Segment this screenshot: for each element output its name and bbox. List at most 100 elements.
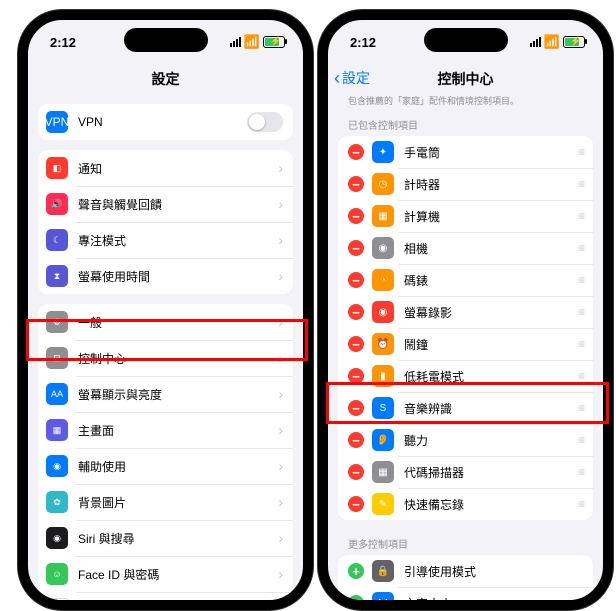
remove-button[interactable]: − [348, 496, 364, 512]
cc-row[interactable]: −◔ 碼錶 [338, 264, 593, 296]
drag-handle-icon[interactable] [569, 273, 583, 287]
nav-title-settings: 設定 [28, 64, 303, 94]
add-button[interactable]: + [348, 563, 364, 579]
row-label: 螢幕錄影 [404, 304, 569, 321]
phone-control-center: 2:12 📶 ⚡ ‹ 設定 控制中心 包含推薦的「家庭」配件和情境控制項目。 已… [318, 10, 613, 610]
row-label: 文字大小 [404, 595, 583, 601]
cc-row[interactable]: −◉螢幕錄影 [338, 296, 593, 328]
battery-icon: ⚡ [563, 36, 585, 48]
row-label: 輔助使用 [78, 458, 278, 475]
cc-row[interactable]: −👂聽力 [338, 424, 593, 456]
row-icon: ▦ [46, 419, 68, 441]
settings-row[interactable]: ⚙一般› [38, 304, 293, 340]
cc-row[interactable]: −▦代碼掃描器 [338, 456, 593, 488]
settings-row[interactable]: ⧗ 螢幕使用時間› [38, 258, 293, 294]
settings-row[interactable]: ☾專注模式› [38, 222, 293, 258]
row-label: 背景圖片 [78, 494, 278, 511]
page-title: 控制中心 [438, 69, 494, 89]
row-icon: ☺ [46, 563, 68, 585]
back-button[interactable]: ‹ 設定 [334, 68, 370, 88]
row-icon: ◉ [46, 527, 68, 549]
row-icon: ◧ [46, 157, 68, 179]
remove-button[interactable]: − [348, 240, 364, 256]
cellular-icon [230, 37, 241, 47]
row-label: 螢幕使用時間 [78, 268, 278, 285]
drag-handle-icon[interactable] [569, 305, 583, 319]
chevron-right-icon: › [278, 232, 283, 248]
row-icon: ⧗ [46, 265, 68, 287]
row-icon: ▦ [372, 461, 394, 483]
settings-row[interactable]: ☺Face ID 與密碼› [38, 556, 293, 592]
row-label: 控制中心 [78, 350, 278, 367]
status-time: 2:12 [350, 35, 376, 50]
row-icon: ⏰ [372, 333, 394, 355]
chevron-right-icon: › [278, 566, 283, 582]
remove-button[interactable]: − [348, 400, 364, 416]
settings-row[interactable]: ⊟ 控制中心› [38, 340, 293, 376]
row-icon: ⊟ [46, 347, 68, 369]
cc-row[interactable]: −▮低耗電模式 [338, 360, 593, 392]
drag-handle-icon[interactable] [569, 401, 583, 415]
settings-row[interactable]: ◉輔助使用› [38, 448, 293, 484]
cc-row[interactable]: −◷計時器 [338, 168, 593, 200]
chevron-right-icon: › [278, 494, 283, 510]
remove-button[interactable]: − [348, 208, 364, 224]
settings-row[interactable]: ◧通知› [38, 150, 293, 186]
row-icon: 🔊 [46, 193, 68, 215]
row-label: 螢幕顯示與亮度 [78, 386, 278, 403]
remove-button[interactable]: − [348, 144, 364, 160]
row-icon: ◉ [46, 455, 68, 477]
row-icon: 🔒 [372, 560, 394, 582]
row-icon: ▮ [372, 365, 394, 387]
row-icon: ◔ [372, 269, 394, 291]
row-label: 引導使用模式 [404, 563, 583, 580]
remove-button[interactable]: − [348, 176, 364, 192]
chevron-right-icon: › [278, 268, 283, 284]
settings-row[interactable]: ◉Siri 與搜尋› [38, 520, 293, 556]
drag-handle-icon[interactable] [569, 369, 583, 383]
row-label: 碼錶 [404, 272, 569, 289]
chevron-right-icon: › [278, 530, 283, 546]
settings-row[interactable]: SOSSOS 緊急服務› [38, 592, 293, 600]
row-icon: ✎ [372, 493, 394, 515]
settings-row[interactable]: AA螢幕顯示與亮度› [38, 376, 293, 412]
cc-row[interactable]: −✎快速備忘錄 [338, 488, 593, 520]
drag-handle-icon[interactable] [569, 241, 583, 255]
row-icon: AA [46, 383, 68, 405]
drag-handle-icon[interactable] [569, 145, 583, 159]
row-label: 相機 [404, 240, 569, 257]
remove-button[interactable]: − [348, 464, 364, 480]
drag-handle-icon[interactable] [569, 209, 583, 223]
row-icon: 👂 [372, 429, 394, 451]
remove-button[interactable]: − [348, 432, 364, 448]
cc-row[interactable]: −◉相機 [338, 232, 593, 264]
cc-row[interactable]: −▦計算機 [338, 200, 593, 232]
remove-button[interactable]: − [348, 304, 364, 320]
settings-row[interactable]: 🔊聲音與觸覺回饋› [38, 186, 293, 222]
vpn-icon: VPN [46, 111, 68, 133]
row-label: 聲音與觸覺回饋 [78, 196, 278, 213]
drag-handle-icon[interactable] [569, 497, 583, 511]
cc-row[interactable]: +AA文字大小 [338, 587, 593, 600]
note-text: 包含推薦的「家庭」配件和情境控制項目。 [328, 94, 603, 111]
drag-handle-icon[interactable] [569, 337, 583, 351]
remove-button[interactable]: − [348, 272, 364, 288]
cc-row[interactable]: + 🔒 引導使用模式 [338, 555, 593, 587]
drag-handle-icon[interactable] [569, 177, 583, 191]
cc-row[interactable]: −S音樂辨識 [338, 392, 593, 424]
remove-button[interactable]: − [348, 368, 364, 384]
drag-handle-icon[interactable] [569, 465, 583, 479]
row-vpn[interactable]: VPN VPN [38, 104, 293, 140]
vpn-toggle[interactable] [247, 112, 283, 132]
cellular-icon [530, 37, 541, 47]
settings-row[interactable]: ✿背景圖片› [38, 484, 293, 520]
chevron-right-icon: › [278, 350, 283, 366]
drag-handle-icon[interactable] [569, 433, 583, 447]
status-time: 2:12 [50, 35, 76, 50]
add-button[interactable]: + [348, 595, 364, 600]
settings-row[interactable]: ▦主畫面› [38, 412, 293, 448]
cc-row[interactable]: −✦手電筒 [338, 136, 593, 168]
remove-button[interactable]: − [348, 336, 364, 352]
cc-row[interactable]: −⏰鬧鐘 [338, 328, 593, 360]
chevron-left-icon: ‹ [334, 69, 340, 87]
